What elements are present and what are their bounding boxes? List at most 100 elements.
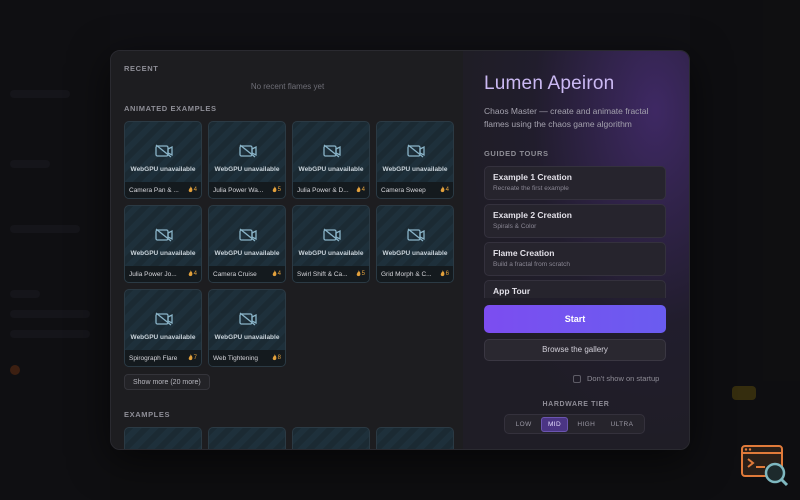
guided-tour-item[interactable]: Example 1 Creation Recreate the first exa…	[484, 166, 666, 200]
examples-grid	[124, 427, 454, 449]
card-footer: Camera Sweep 4	[377, 182, 453, 198]
card-footer: Julia Power & D... 4	[293, 182, 369, 198]
animated-examples-grid: WebGPU unavailable Camera Pan & ... 4 WebGP…	[124, 121, 454, 367]
tour-subtitle: Spirals & Color	[493, 223, 537, 230]
transform-count: 7	[193, 355, 197, 361]
card-footer: Web Tightening 8	[209, 350, 285, 366]
example-card[interactable]: WebGPU unavailable Web Tightening 8	[208, 289, 286, 367]
webgpu-unavailable-text: WebGPU unavailable	[214, 250, 280, 257]
flame-icon	[272, 269, 277, 279]
hardware-tier-selector: LOW MID HIGH ULTRA	[504, 414, 645, 434]
example-card[interactable]: WebGPU unavailable Julia Power Jo... 4	[124, 205, 202, 283]
transform-count-badge: 5	[356, 269, 365, 279]
example-card[interactable]	[376, 427, 454, 449]
webgpu-unavailable-text: WebGPU unavailable	[130, 166, 196, 173]
tour-subtitle: Recreate the first example	[493, 185, 569, 192]
video-off-icon	[239, 312, 257, 326]
animated-examples-label: ANIMATED EXAMPLES	[124, 104, 217, 113]
tour-title: Flame Creation	[493, 248, 555, 258]
transform-count-badge: 4	[188, 185, 197, 195]
card-footer: Spirograph Flare 7	[125, 350, 201, 366]
flame-icon	[440, 269, 445, 279]
welcome-dialog: RECENT No recent flames yet ANIMATED EXA…	[110, 50, 690, 450]
flame-icon	[356, 269, 361, 279]
hardware-tier-low[interactable]: LOW	[510, 418, 538, 431]
example-card[interactable]: WebGPU unavailable Julia Power & D... 4	[292, 121, 370, 199]
video-off-icon	[323, 228, 341, 242]
flame-icon	[272, 353, 277, 363]
card-name: Swirl Shift & Ca...	[297, 270, 348, 278]
flame-icon	[272, 185, 277, 195]
card-name: Grid Morph & C...	[381, 270, 432, 278]
transform-count-badge: 4	[356, 185, 365, 195]
example-card[interactable]: WebGPU unavailable Camera Cruise 4	[208, 205, 286, 283]
webgpu-unavailable-text: WebGPU unavailable	[298, 250, 364, 257]
example-card[interactable]: WebGPU unavailable Julia Power Wa... 5	[208, 121, 286, 199]
webgpu-unavailable-text: WebGPU unavailable	[214, 166, 280, 173]
browse-gallery-button[interactable]: Browse the gallery	[484, 339, 666, 361]
transform-count: 6	[445, 271, 449, 277]
example-card[interactable]	[124, 427, 202, 449]
guided-tours-label: GUIDED TOURS	[484, 149, 549, 158]
card-footer: Camera Cruise 4	[209, 266, 285, 282]
dont-show-checkbox[interactable]	[573, 374, 581, 383]
flame-icon	[188, 185, 193, 195]
start-button[interactable]: Start	[484, 305, 666, 333]
recent-empty-text: No recent flames yet	[250, 82, 325, 91]
example-card[interactable]: WebGPU unavailable Grid Morph & C... 6	[376, 205, 454, 283]
show-more-button[interactable]: Show more (20 more)	[124, 374, 210, 390]
transform-count: 4	[277, 271, 281, 277]
webgpu-unavailable-text: WebGPU unavailable	[382, 250, 448, 257]
examples-label: EXAMPLES	[124, 410, 171, 419]
example-card[interactable]: WebGPU unavailable Camera Pan & ... 4	[124, 121, 202, 199]
flame-icon	[188, 353, 193, 363]
guided-tour-item[interactable]: Flame Creation Build a fractal from scrat…	[484, 242, 666, 276]
guided-tour-item[interactable]: Example 2 Creation Spirals & Color	[484, 204, 666, 238]
video-off-icon	[155, 144, 173, 158]
webgpu-unavailable-text: WebGPU unavailable	[298, 166, 364, 173]
webgpu-unavailable-text: WebGPU unavailable	[382, 166, 448, 173]
video-off-icon	[407, 228, 425, 242]
transform-count-badge: 7	[188, 353, 197, 363]
recent-label: RECENT	[124, 64, 159, 73]
tour-subtitle: Build a fractal from scratch	[493, 261, 570, 268]
video-off-icon	[323, 144, 341, 158]
card-footer: Camera Pan & ... 4	[125, 182, 201, 198]
transform-count-badge: 5	[272, 185, 281, 195]
intro-pane: Lumen Apeiron Chaos Master — create and …	[463, 51, 689, 449]
guided-tours-list: Example 1 Creation Recreate the first exa…	[484, 166, 669, 298]
console-search-icon[interactable]	[741, 445, 789, 487]
video-off-icon	[239, 228, 257, 242]
transform-count-badge: 4	[272, 269, 281, 279]
hardware-tier-mid[interactable]: MID	[540, 416, 569, 432]
card-name: Camera Pan & ...	[129, 186, 179, 194]
webgpu-unavailable-text: WebGPU unavailable	[130, 334, 196, 341]
card-footer: Julia Power Jo... 4	[125, 266, 201, 282]
card-name: Julia Power & D...	[297, 186, 349, 194]
example-card[interactable]: WebGPU unavailable Swirl Shift & Ca... 5	[292, 205, 370, 283]
card-name: Web Tightening	[213, 354, 259, 362]
card-name: Camera Cruise	[213, 270, 257, 278]
example-card[interactable]	[292, 427, 370, 449]
transform-count: 4	[445, 187, 449, 193]
hardware-tier-ultra[interactable]: ULTRA	[604, 418, 639, 431]
transform-count-badge: 4	[188, 269, 197, 279]
dont-show-on-startup[interactable]: Don't show on startup	[573, 374, 659, 383]
dont-show-label: Don't show on startup	[587, 374, 660, 383]
hardware-tier-label: HARDWARE TIER	[542, 401, 610, 408]
transform-count: 4	[193, 187, 197, 193]
video-off-icon	[239, 144, 257, 158]
guided-tour-item[interactable]: App Tour	[484, 280, 666, 298]
example-card[interactable]	[208, 427, 286, 449]
tour-title: Example 1 Creation	[493, 172, 572, 182]
transform-count: 8	[277, 355, 281, 361]
card-name: Julia Power Wa...	[213, 186, 264, 194]
hardware-tier-high[interactable]: HIGH	[571, 418, 601, 431]
transform-count: 5	[277, 187, 281, 193]
example-card[interactable]: WebGPU unavailable Camera Sweep 4	[376, 121, 454, 199]
example-card[interactable]: WebGPU unavailable Spirograph Flare 7	[124, 289, 202, 367]
flame-icon	[188, 269, 193, 279]
tour-title: Example 2 Creation	[493, 210, 572, 220]
flame-icon	[440, 185, 445, 195]
card-footer: Julia Power Wa... 5	[209, 182, 285, 198]
